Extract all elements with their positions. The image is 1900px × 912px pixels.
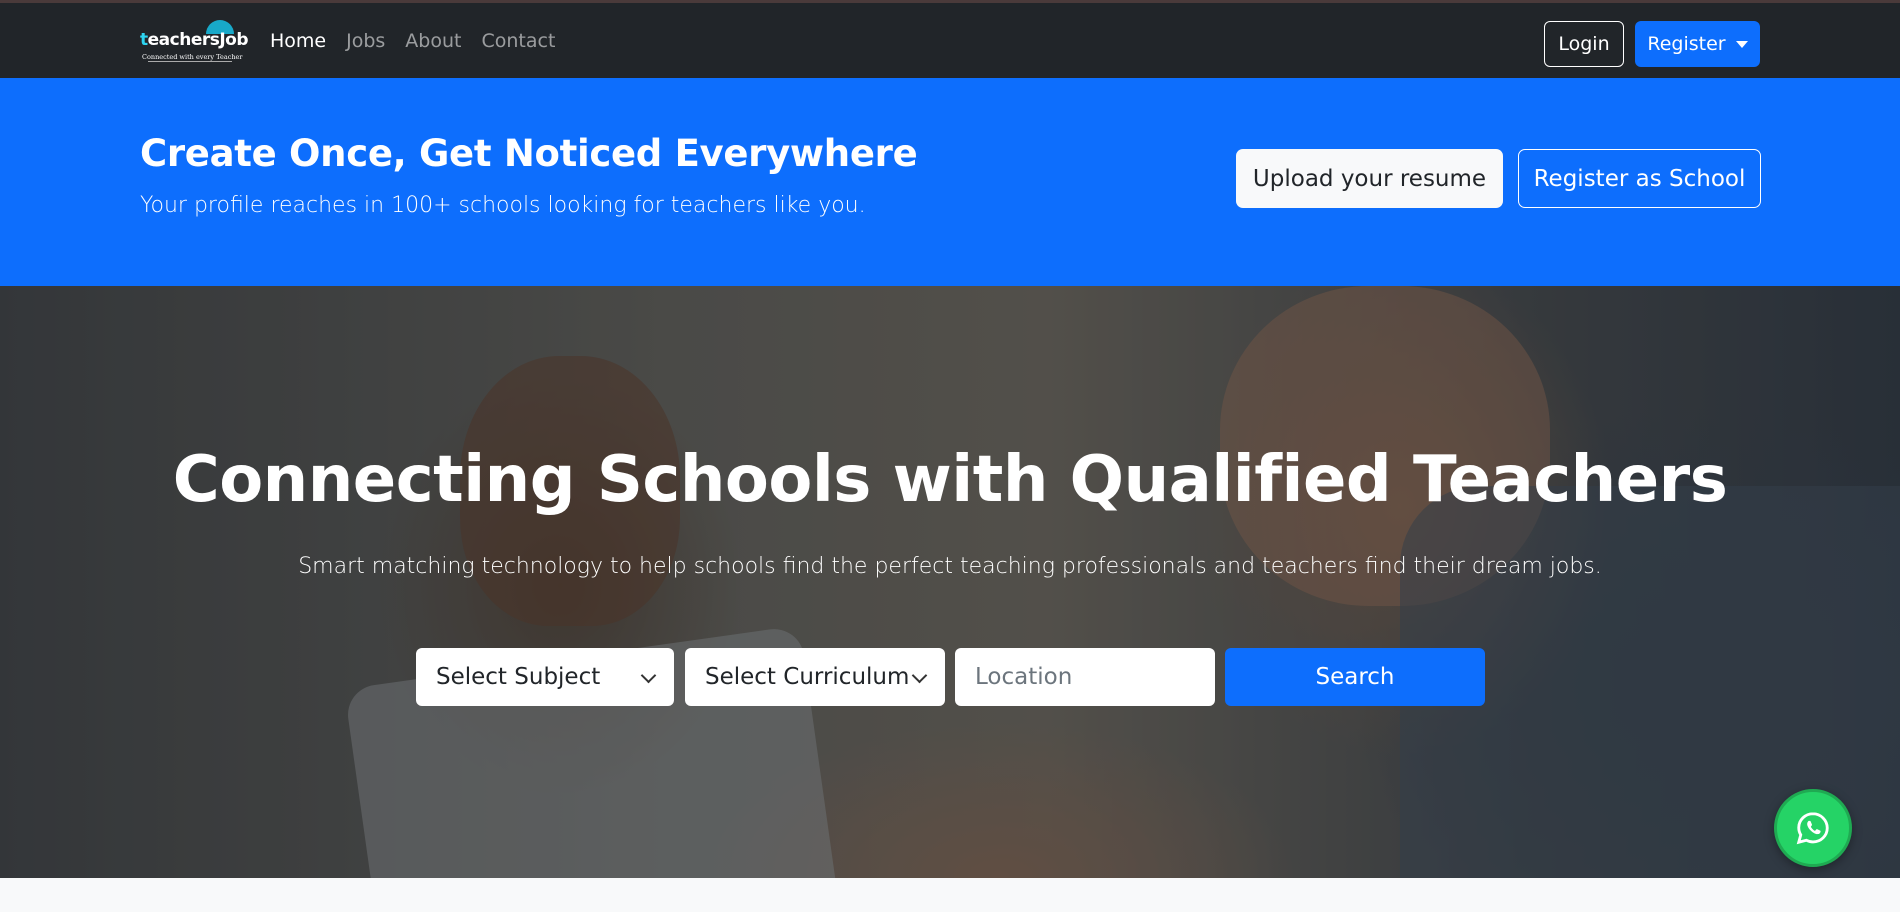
curriculum-select[interactable]: Select Curriculum — [685, 648, 945, 706]
hero-subtitle: Smart matching technology to help school… — [298, 554, 1602, 579]
hero-overlay — [0, 286, 1900, 878]
nav-link-contact[interactable]: Contact — [481, 30, 555, 52]
hero-title: Connecting Schools with Qualified Teache… — [172, 443, 1728, 517]
caret-down-icon — [1735, 40, 1748, 48]
register-school-button[interactable]: Register as School — [1518, 149, 1761, 208]
chevron-down-icon — [911, 667, 928, 684]
subject-select[interactable]: Select Subject — [416, 648, 674, 706]
curriculum-select-value: Select Curriculum — [705, 664, 910, 690]
upload-resume-button[interactable]: Upload your resume — [1236, 149, 1503, 208]
whatsapp-button[interactable] — [1774, 789, 1852, 867]
logo-wordmark: teachersJob — [140, 30, 249, 50]
nav-link-about[interactable]: About — [405, 30, 461, 52]
promo-banner: Create Once, Get Noticed Everywhere Your… — [0, 78, 1900, 286]
banner-title: Create Once, Get Noticed Everywhere — [140, 132, 918, 175]
chevron-down-icon — [640, 667, 657, 684]
logo[interactable]: teachersJob Connected with every Teacher — [140, 20, 249, 64]
navbar: teachersJob Connected with every Teacher… — [0, 0, 1900, 78]
banner-subtitle: Your profile reaches in 100+ schools loo… — [140, 193, 866, 218]
hero-section: Connecting Schools with Qualified Teache… — [0, 286, 1900, 878]
register-label: Register — [1647, 33, 1726, 55]
nav-link-jobs[interactable]: Jobs — [346, 30, 385, 52]
whatsapp-icon — [1796, 812, 1829, 845]
nav-link-home[interactable]: Home — [270, 30, 326, 52]
location-input[interactable] — [955, 648, 1215, 706]
register-dropdown-button[interactable]: Register — [1635, 21, 1760, 67]
search-button[interactable]: Search — [1225, 648, 1485, 706]
nav-links: Home Jobs About Contact — [270, 30, 555, 52]
logo-tagline: Connected with every Teacher — [142, 53, 243, 61]
logo-underline — [148, 61, 232, 62]
subject-select-value: Select Subject — [436, 664, 601, 690]
login-button[interactable]: Login — [1544, 21, 1624, 67]
